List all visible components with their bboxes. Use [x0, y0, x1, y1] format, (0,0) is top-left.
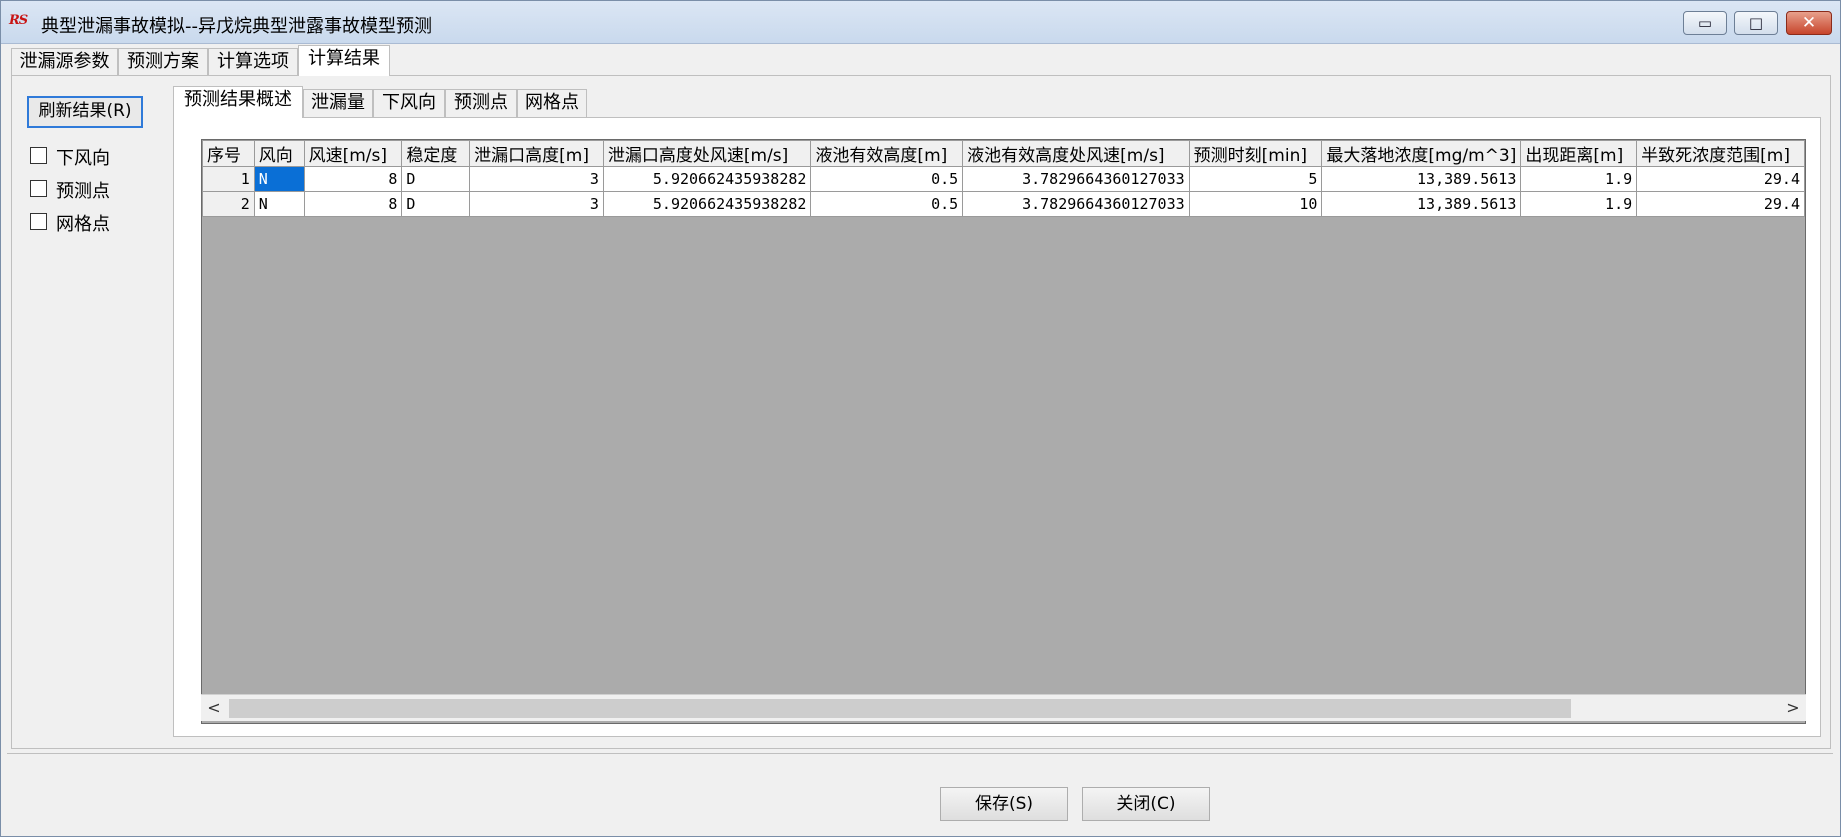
tab-prediction-plan[interactable]: 预测方案: [118, 48, 208, 76]
cell-lc50-range[interactable]: 29.4: [1636, 191, 1805, 217]
scrollbar-thumb[interactable]: [229, 699, 1571, 718]
tab-calc-options[interactable]: 计算选项: [208, 48, 298, 76]
column-header[interactable]: 最大落地浓度[mg/m^3]: [1321, 140, 1522, 167]
cell-prediction-time[interactable]: 5: [1188, 166, 1323, 192]
minimize-icon: ▭: [1697, 14, 1713, 32]
cell-wind-speed[interactable]: 8: [303, 166, 403, 192]
row-number[interactable]: 2: [202, 191, 255, 217]
cell-pool-height-wind-speed[interactable]: 3.7829664360127033: [962, 166, 1190, 192]
column-header[interactable]: 序号: [202, 140, 255, 167]
checkbox-square[interactable]: [30, 213, 47, 230]
checkbox-label: 下风向: [56, 148, 110, 169]
results-table: 序号 风向 风速[m/s] 稳定度 泄漏口高度[m] 泄漏口高度处风速[m/s]…: [202, 140, 1805, 217]
row-number[interactable]: 1: [202, 166, 255, 192]
cell-max-concentration[interactable]: 13,389.5613: [1321, 166, 1522, 192]
checkbox-label: 网格点: [56, 214, 110, 235]
column-header[interactable]: 液池有效高度处风速[m/s]: [962, 140, 1190, 167]
tab-leak-source[interactable]: 泄漏源参数: [11, 48, 118, 76]
minimize-button[interactable]: ▭: [1683, 11, 1727, 35]
close-button[interactable]: 关闭(C): [1082, 787, 1210, 821]
tab-downwind[interactable]: 下风向: [373, 89, 445, 117]
cell-leak-height[interactable]: 3: [469, 191, 604, 217]
cell-leak-height-wind-speed[interactable]: 5.920662435938282: [602, 191, 812, 217]
cell-pool-height[interactable]: 0.5: [810, 191, 964, 217]
checkbox-square[interactable]: [30, 147, 47, 164]
horizontal-scrollbar[interactable]: < >: [201, 694, 1806, 721]
title-bar: RS 典型泄漏事故模拟--异戊烷典型泄露事故模型预测 ▭ □ ✕: [1, 1, 1840, 44]
app-icon: RS: [9, 13, 28, 28]
cell-distance[interactable]: 1.9: [1520, 166, 1638, 192]
maximize-button[interactable]: □: [1734, 11, 1778, 35]
cell-leak-height[interactable]: 3: [469, 166, 604, 192]
main-window: RS 典型泄漏事故模拟--异戊烷典型泄露事故模型预测 ▭ □ ✕ 泄漏源参数 预…: [0, 0, 1841, 837]
results-grid[interactable]: 序号 风向 风速[m/s] 稳定度 泄漏口高度[m] 泄漏口高度处风速[m/s]…: [201, 139, 1806, 724]
scroll-right-icon[interactable]: >: [1782, 695, 1804, 722]
close-window-button[interactable]: ✕: [1786, 11, 1832, 35]
tab-prediction-point[interactable]: 预测点: [445, 89, 517, 117]
column-header[interactable]: 风速[m/s]: [303, 140, 403, 167]
maximize-icon: □: [1748, 14, 1764, 32]
cell-wind-speed[interactable]: 8: [303, 191, 403, 217]
column-header[interactable]: 稳定度: [401, 140, 471, 167]
cell-wind-direction[interactable]: N: [253, 191, 305, 217]
cell-distance[interactable]: 1.9: [1520, 191, 1638, 217]
cell-stability[interactable]: D: [401, 191, 471, 217]
tab-grid-point[interactable]: 网格点: [517, 89, 587, 117]
cell-pool-height-wind-speed[interactable]: 3.7829664360127033: [962, 191, 1190, 217]
tab-leak-amount[interactable]: 泄漏量: [303, 89, 373, 117]
table-header-row: 序号 风向 风速[m/s] 稳定度 泄漏口高度[m] 泄漏口高度处风速[m/s]…: [202, 140, 1805, 167]
table-row[interactable]: 1 N 8 D 3 5.920662435938282 0.5 3.782966…: [202, 166, 1805, 192]
cell-leak-height-wind-speed[interactable]: 5.920662435938282: [602, 166, 812, 192]
column-header[interactable]: 液池有效高度[m]: [810, 140, 964, 167]
column-header[interactable]: 预测时刻[min]: [1188, 140, 1323, 167]
column-header[interactable]: 泄漏口高度处风速[m/s]: [602, 140, 812, 167]
refresh-results-button[interactable]: 刷新结果(R): [27, 96, 143, 128]
cell-stability[interactable]: D: [401, 166, 471, 192]
checkbox-square[interactable]: [30, 180, 47, 197]
cell-prediction-time[interactable]: 10: [1188, 191, 1323, 217]
column-header[interactable]: 泄漏口高度[m]: [469, 140, 604, 167]
cell-lc50-range[interactable]: 29.4: [1636, 166, 1805, 192]
column-header[interactable]: 风向: [253, 140, 305, 167]
table-row[interactable]: 2 N 8 D 3 5.920662435938282 0.5 3.782966…: [202, 191, 1805, 217]
save-button[interactable]: 保存(S): [940, 787, 1068, 821]
tab-results-overview[interactable]: 预测结果概述: [173, 86, 303, 118]
cell-wind-direction[interactable]: N: [253, 166, 305, 192]
button-bar: [7, 753, 1833, 832]
close-icon: ✕: [1801, 13, 1817, 33]
column-header[interactable]: 出现距离[m]: [1520, 140, 1638, 167]
checkbox-label: 预测点: [56, 181, 110, 202]
column-header[interactable]: 半致死浓度范围[m]: [1636, 140, 1805, 167]
tab-calc-results[interactable]: 计算结果: [298, 45, 390, 76]
cell-pool-height[interactable]: 0.5: [810, 166, 964, 192]
cell-max-concentration[interactable]: 13,389.5613: [1321, 191, 1522, 217]
scroll-left-icon[interactable]: <: [203, 695, 225, 722]
window-title: 典型泄漏事故模拟--异戊烷典型泄露事故模型预测: [41, 16, 432, 37]
